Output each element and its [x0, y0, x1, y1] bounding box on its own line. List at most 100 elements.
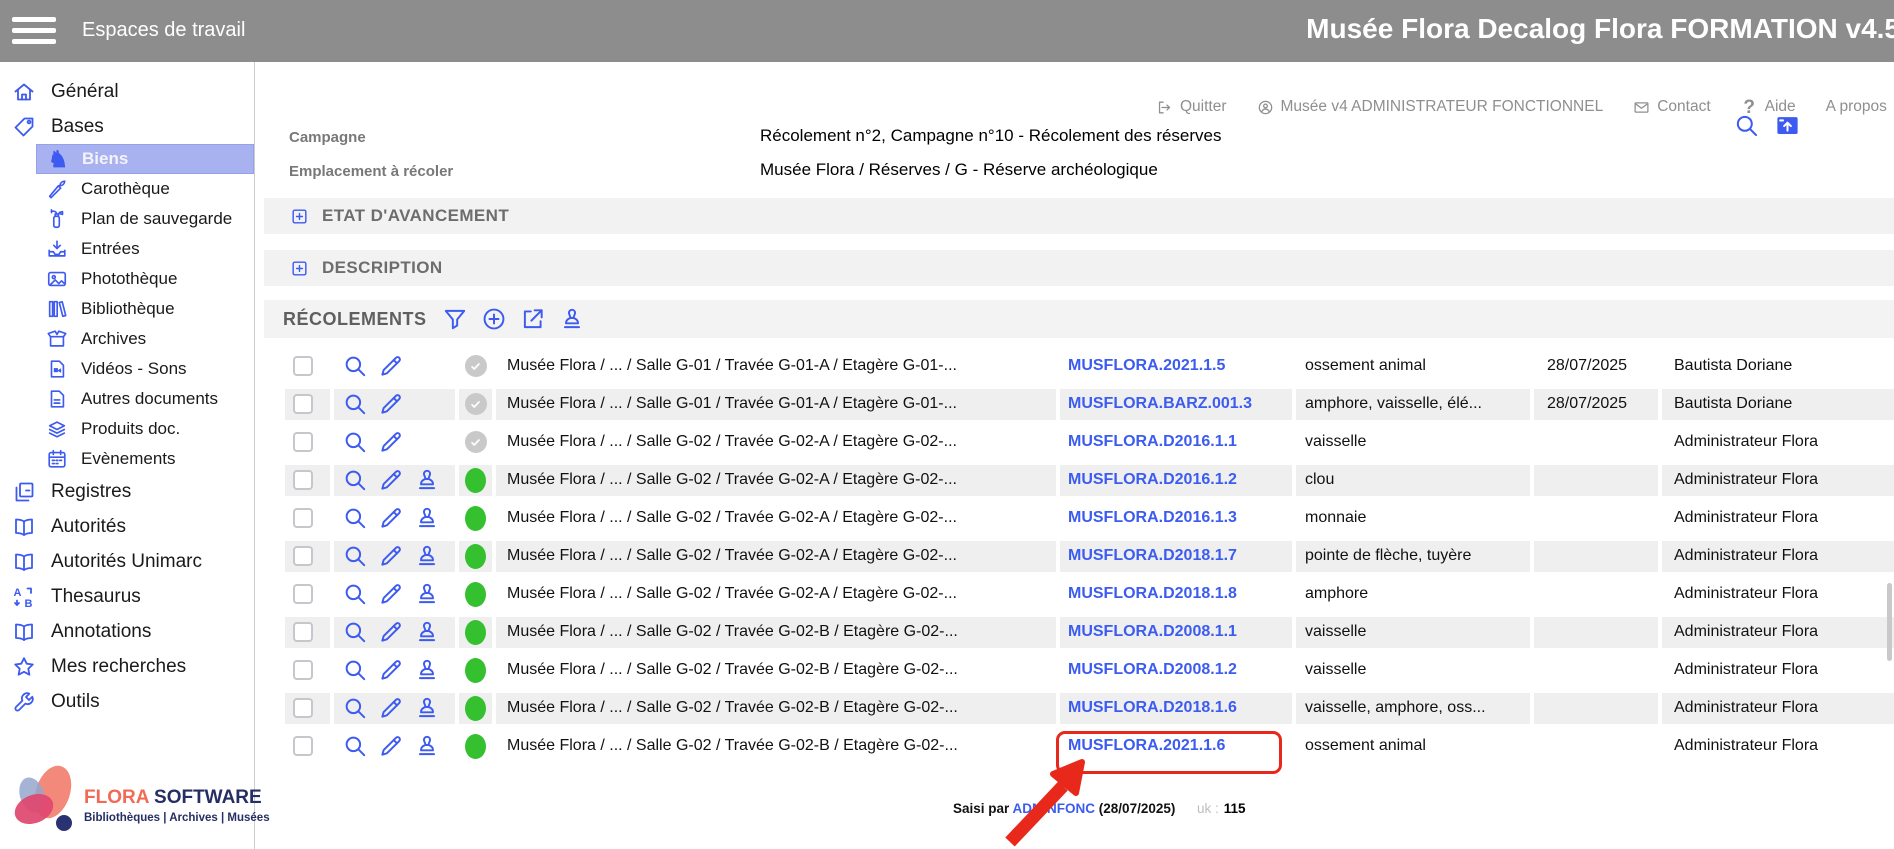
stamp-icon[interactable]: [414, 581, 440, 607]
search-icon[interactable]: [342, 467, 368, 493]
sidebar-item-entr-es[interactable]: Entrées: [0, 234, 254, 264]
sidebar-item-ev-nements[interactable]: Evènements: [0, 444, 254, 474]
sidebar-item-plan-de-sauvegarde[interactable]: Plan de sauvegarde: [0, 204, 254, 234]
add-circle-icon[interactable]: [481, 306, 507, 332]
pencil-icon[interactable]: [378, 619, 404, 645]
menu-quitter[interactable]: Quitter: [1156, 98, 1227, 116]
object-number-link[interactable]: MUSFLORA.BARZ.001.3: [1068, 395, 1252, 413]
object-number-link[interactable]: MUSFLORA.D2016.1.1: [1068, 433, 1237, 451]
sidebar-item-thesaurus[interactable]: ABThesaurus: [0, 579, 254, 614]
sidebar: GénéralBases♞BiensCarothèquePlan de sauv…: [0, 62, 255, 849]
stamp-icon[interactable]: [414, 505, 440, 531]
row-checkbox[interactable]: [293, 508, 313, 528]
entry-user-link[interactable]: ADMINFONC: [1013, 801, 1096, 816]
sidebar-item-autorit-s-unimarc[interactable]: Autorités Unimarc: [0, 544, 254, 579]
location-text: Musée Flora / ... / Salle G-02 / Travée …: [496, 579, 1056, 610]
app-title: Musée Flora Decalog Flora FORMATION v4.5: [1306, 13, 1894, 45]
sidebar-item-biblioth-que[interactable]: Bibliothèque: [0, 294, 254, 324]
stamp-icon[interactable]: [414, 657, 440, 683]
hamburger-menu-icon[interactable]: [12, 17, 56, 50]
search-icon[interactable]: [1733, 112, 1760, 139]
menu-contact[interactable]: Contact: [1633, 98, 1710, 116]
search-icon[interactable]: [342, 733, 368, 759]
sidebar-item-g-n-ral[interactable]: Général: [0, 74, 254, 109]
menu-a-propos[interactable]: A propos: [1826, 98, 1887, 116]
expand-plus-icon[interactable]: [290, 207, 309, 226]
stamp-icon[interactable]: [559, 306, 585, 332]
filter-icon[interactable]: [442, 306, 468, 332]
object-number-link[interactable]: MUSFLORA.2021.1.5: [1068, 357, 1225, 375]
stamp-icon[interactable]: [414, 543, 440, 569]
sidebar-item-registres[interactable]: Registres: [0, 474, 254, 509]
object-number-link[interactable]: MUSFLORA.2021.1.6: [1068, 737, 1225, 755]
sidebar-item-outils[interactable]: Outils: [0, 684, 254, 719]
sidebar-item-annotations[interactable]: Annotations: [0, 614, 254, 649]
row-checkbox[interactable]: [293, 546, 313, 566]
status-green-icon: [465, 468, 486, 493]
object-number-link[interactable]: MUSFLORA.D2018.1.8: [1068, 585, 1237, 603]
object-number-link[interactable]: MUSFLORA.D2016.1.3: [1068, 509, 1237, 527]
menu-item-label: A propos: [1826, 98, 1887, 116]
object-number-link[interactable]: MUSFLORA.D2018.1.6: [1068, 699, 1237, 717]
search-icon[interactable]: [342, 353, 368, 379]
sidebar-item-archives[interactable]: Archives: [0, 324, 254, 354]
search-icon[interactable]: [342, 505, 368, 531]
open-external-icon[interactable]: [520, 306, 546, 332]
search-icon[interactable]: [342, 619, 368, 645]
object-number-link[interactable]: MUSFLORA.D2008.1.2: [1068, 661, 1237, 679]
object-number-link[interactable]: MUSFLORA.D2008.1.1: [1068, 623, 1237, 641]
pencil-icon[interactable]: [378, 467, 404, 493]
carrot-icon: [46, 178, 68, 200]
stamp-icon[interactable]: [414, 619, 440, 645]
location-text: Musée Flora / ... / Salle G-02 / Travée …: [496, 655, 1056, 686]
search-icon[interactable]: [342, 543, 368, 569]
search-icon[interactable]: [342, 391, 368, 417]
table-row: Musée Flora / ... / Salle G-02 / Travée …: [285, 537, 1894, 575]
pencil-icon[interactable]: [378, 391, 404, 417]
object-number-link[interactable]: MUSFLORA.D2018.1.7: [1068, 547, 1237, 565]
row-checkbox[interactable]: [293, 660, 313, 680]
pencil-icon[interactable]: [378, 733, 404, 759]
stamp-icon[interactable]: [414, 467, 440, 493]
pencil-icon[interactable]: [378, 353, 404, 379]
export-window-icon[interactable]: [1774, 112, 1801, 139]
row-checkbox[interactable]: [293, 736, 313, 756]
search-icon[interactable]: [342, 657, 368, 683]
location-field-value: Musée Flora / Réserves / G - Réserve arc…: [760, 160, 1158, 180]
sidebar-item-mes-recherches[interactable]: Mes recherches: [0, 649, 254, 684]
sidebar-item-caroth-que[interactable]: Carothèque: [0, 174, 254, 204]
pencil-icon[interactable]: [378, 695, 404, 721]
search-icon[interactable]: [342, 581, 368, 607]
row-checkbox[interactable]: [293, 356, 313, 376]
object-number-link[interactable]: MUSFLORA.D2016.1.2: [1068, 471, 1237, 489]
archive-box-icon: [46, 328, 68, 350]
menu-mus-e-v4-administrateur-fonctionnel[interactable]: Musée v4 ADMINISTRATEUR FONCTIONNEL: [1257, 98, 1604, 116]
pencil-icon[interactable]: [378, 429, 404, 455]
search-icon[interactable]: [342, 429, 368, 455]
sidebar-item-biens[interactable]: ♞Biens: [36, 144, 254, 174]
stamp-icon[interactable]: [414, 733, 440, 759]
video-file-icon: [46, 358, 68, 380]
designation-text: pointe de flèche, tuyère: [1296, 541, 1530, 572]
row-checkbox[interactable]: [293, 432, 313, 452]
sidebar-item-produits-doc[interactable]: Produits doc.: [0, 414, 254, 444]
row-checkbox[interactable]: [293, 584, 313, 604]
search-icon[interactable]: [342, 695, 368, 721]
sidebar-item-autres-documents[interactable]: Autres documents: [0, 384, 254, 414]
stamp-icon[interactable]: [414, 695, 440, 721]
pencil-icon[interactable]: [378, 543, 404, 569]
pencil-icon[interactable]: [378, 581, 404, 607]
sidebar-item-bases[interactable]: Bases: [0, 109, 254, 144]
sidebar-item-phototh-que[interactable]: Photothèque: [0, 264, 254, 294]
scrollbar-thumb[interactable]: [1887, 583, 1892, 661]
pencil-icon[interactable]: [378, 505, 404, 531]
row-checkbox[interactable]: [293, 470, 313, 490]
row-checkbox[interactable]: [293, 394, 313, 414]
sidebar-item-vid-os-sons[interactable]: Vidéos - Sons: [0, 354, 254, 384]
row-checkbox[interactable]: [293, 622, 313, 642]
expand-plus-icon[interactable]: [290, 259, 309, 278]
svg-text:A: A: [14, 587, 22, 599]
pencil-icon[interactable]: [378, 657, 404, 683]
row-checkbox[interactable]: [293, 698, 313, 718]
sidebar-item-autorit-s[interactable]: Autorités: [0, 509, 254, 544]
